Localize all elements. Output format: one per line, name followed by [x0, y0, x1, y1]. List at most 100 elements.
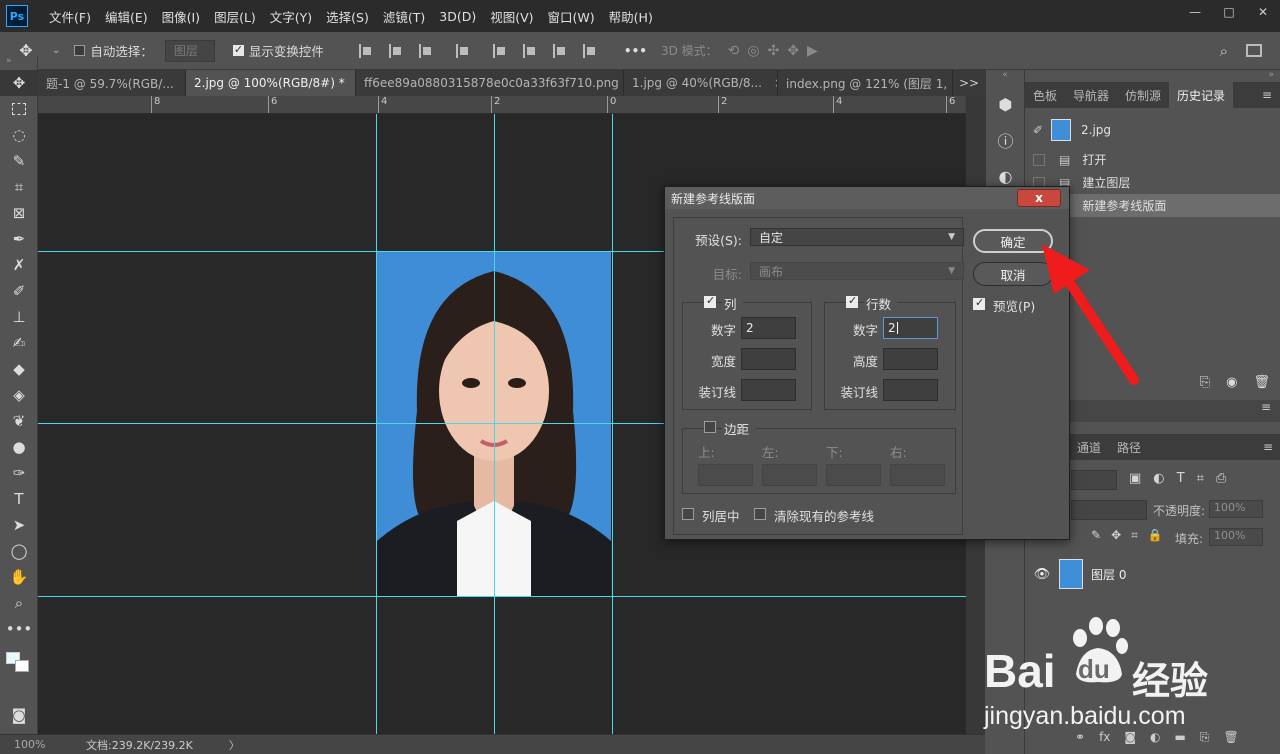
stamp-tool[interactable]: ⊥: [0, 304, 38, 330]
menu-3d[interactable]: 3D(D): [432, 9, 483, 24]
center-columns-checkbox[interactable]: [682, 508, 694, 520]
auto-select-checkbox[interactable]: [74, 45, 86, 56]
tab-channels[interactable]: 通道: [1069, 434, 1109, 460]
auto-select-target-dropdown[interactable]: 图层: [164, 39, 215, 62]
eye-icon[interactable]: 👁: [1025, 567, 1059, 582]
show-transform-checkbox[interactable]: [232, 43, 244, 56]
dialog-close-button[interactable]: x: [1017, 189, 1061, 207]
history-brush-source-icon[interactable]: ✐: [1025, 123, 1051, 137]
search-icon[interactable]: ⌕: [1220, 42, 1228, 60]
align-center-icon[interactable]: [388, 43, 401, 58]
tab-navigator[interactable]: 导航器: [1065, 82, 1117, 108]
info-icon[interactable]: ⓘ: [986, 122, 1025, 158]
menu-file[interactable]: 文件(F): [42, 7, 98, 26]
distribute-vertical-icon[interactable]: [582, 43, 595, 58]
tab-doc-2[interactable]: 2.jpg @ 100%(RGB/8#) *×: [186, 70, 356, 96]
preview-checkbox[interactable]: [973, 296, 985, 310]
preset-select[interactable]: 自定 ▼: [750, 228, 964, 246]
blend-mode-dropdown[interactable]: [1071, 500, 1147, 520]
type-filter-icon[interactable]: T: [1177, 471, 1185, 486]
tab-clone-source[interactable]: 仿制源: [1117, 82, 1169, 108]
align-right-icon[interactable]: [418, 43, 431, 58]
dialog-titlebar[interactable]: 新建参考线版面 x: [665, 187, 1069, 209]
background-color[interactable]: [15, 660, 29, 672]
margin-bottom-input[interactable]: [826, 464, 881, 486]
menu-type[interactable]: 文字(Y): [263, 7, 319, 26]
opacity-field[interactable]: 100%: [1209, 500, 1263, 518]
shape-filter-icon[interactable]: ⌗: [1197, 471, 1204, 486]
status-menu-icon[interactable]: 〉: [229, 737, 240, 753]
path-select-tool[interactable]: ➤: [0, 512, 38, 538]
align-middle-icon[interactable]: [522, 43, 535, 58]
collapse-icon[interactable]: «: [986, 70, 1024, 86]
blur-tool[interactable]: ❦: [0, 408, 38, 434]
fill-field[interactable]: 100%: [1209, 528, 1263, 546]
filter-kind-dropdown[interactable]: [1071, 470, 1117, 490]
close-button[interactable]: ✕: [1246, 0, 1280, 24]
lock-position-icon[interactable]: ✥: [1111, 528, 1121, 543]
lock-all-icon[interactable]: 🔒: [1148, 528, 1163, 543]
menu-filter[interactable]: 滤镜(T): [376, 7, 432, 26]
distribute-icon[interactable]: [455, 43, 468, 58]
rows-checkbox[interactable]: [846, 294, 858, 308]
maximize-button[interactable]: □: [1212, 0, 1246, 24]
clear-guides-checkbox[interactable]: [754, 508, 766, 520]
eyedropper-tool[interactable]: ✒: [0, 226, 38, 252]
menu-help[interactable]: 帮助(H): [602, 7, 660, 26]
new-document-icon[interactable]: ⎘: [1200, 375, 1210, 390]
layer-name[interactable]: 图层 0: [1091, 566, 1126, 583]
tab-overflow-icon[interactable]: >>: [953, 70, 985, 96]
columns-gutter-input[interactable]: [741, 379, 796, 401]
menu-window[interactable]: 窗口(W): [541, 7, 602, 26]
history-brush-tool[interactable]: ✍: [0, 330, 38, 356]
height-input[interactable]: [883, 348, 938, 370]
collapse-icon[interactable]: »: [1025, 70, 1280, 80]
ellipse-tool[interactable]: ◯: [0, 538, 38, 564]
hand-tool[interactable]: ✋: [0, 564, 38, 590]
lock-artboard-icon[interactable]: ⌗: [1131, 528, 1138, 543]
quick-mask-icon[interactable]: ◙: [0, 702, 38, 728]
color-swatches[interactable]: [0, 642, 37, 702]
menu-view[interactable]: 视图(V): [483, 7, 540, 26]
crop-tool[interactable]: ⌗: [0, 174, 38, 200]
brush-tool[interactable]: ✐: [0, 278, 38, 304]
columns-checkbox[interactable]: [704, 294, 716, 308]
move-tool[interactable]: ✥: [0, 70, 38, 96]
tab-history[interactable]: 历史记录: [1169, 82, 1234, 108]
trash-icon[interactable]: 🗑: [1253, 375, 1270, 390]
width-input[interactable]: [741, 348, 796, 370]
align-left-icon[interactable]: [358, 43, 371, 58]
margin-top-input[interactable]: [698, 464, 753, 486]
more-tools-icon[interactable]: •••: [0, 616, 38, 642]
type-tool[interactable]: T: [0, 486, 38, 512]
paint-bucket-tool[interactable]: ◈: [0, 382, 38, 408]
lasso-tool[interactable]: ◌: [0, 122, 38, 148]
camera-icon[interactable]: ◉: [1226, 375, 1237, 390]
columns-number-input[interactable]: 2: [741, 317, 796, 339]
zoom-level[interactable]: 100%: [0, 738, 52, 751]
frame-tool[interactable]: ⊠: [0, 200, 38, 226]
tab-doc-4[interactable]: 1.jpg @ 40%(RGB/8...×: [624, 70, 778, 96]
adjustment-filter-icon[interactable]: ◐: [1153, 471, 1164, 486]
image-filter-icon[interactable]: ▣: [1129, 471, 1141, 486]
panel-collapse-icon[interactable]: »: [0, 56, 37, 70]
3d-cube-icon[interactable]: ⬢: [986, 86, 1025, 122]
menu-layer[interactable]: 图层(L): [207, 7, 263, 26]
auto-select-option[interactable]: 自动选择：: [74, 41, 153, 60]
zoom-tool[interactable]: ⌕: [0, 590, 38, 616]
healing-tool[interactable]: ✗: [0, 252, 38, 278]
margin-right-input[interactable]: [890, 464, 945, 486]
tab-doc-1[interactable]: 题-1 @ 59.7%(RGB/...×: [38, 70, 186, 96]
tab-doc-3[interactable]: ff6ee89a0880315878e0c0a33f63f710.png×: [356, 70, 624, 96]
target-select[interactable]: 画布 ▼: [750, 262, 964, 280]
margin-checkbox[interactable]: [704, 421, 716, 433]
quick-select-tool[interactable]: ✎: [0, 148, 38, 174]
layer-row[interactable]: 👁 图层 0: [1025, 554, 1280, 594]
history-item[interactable]: ▤ 打开: [1025, 148, 1280, 171]
rows-gutter-input[interactable]: [883, 379, 938, 401]
align-top-icon[interactable]: [492, 43, 505, 58]
pen-tool[interactable]: ✑: [0, 460, 38, 486]
history-snapshot[interactable]: ✐ 2.jpg: [1025, 112, 1280, 148]
show-transform-option[interactable]: 显示变换控件: [232, 41, 324, 60]
eraser-tool[interactable]: ◆: [0, 356, 38, 382]
